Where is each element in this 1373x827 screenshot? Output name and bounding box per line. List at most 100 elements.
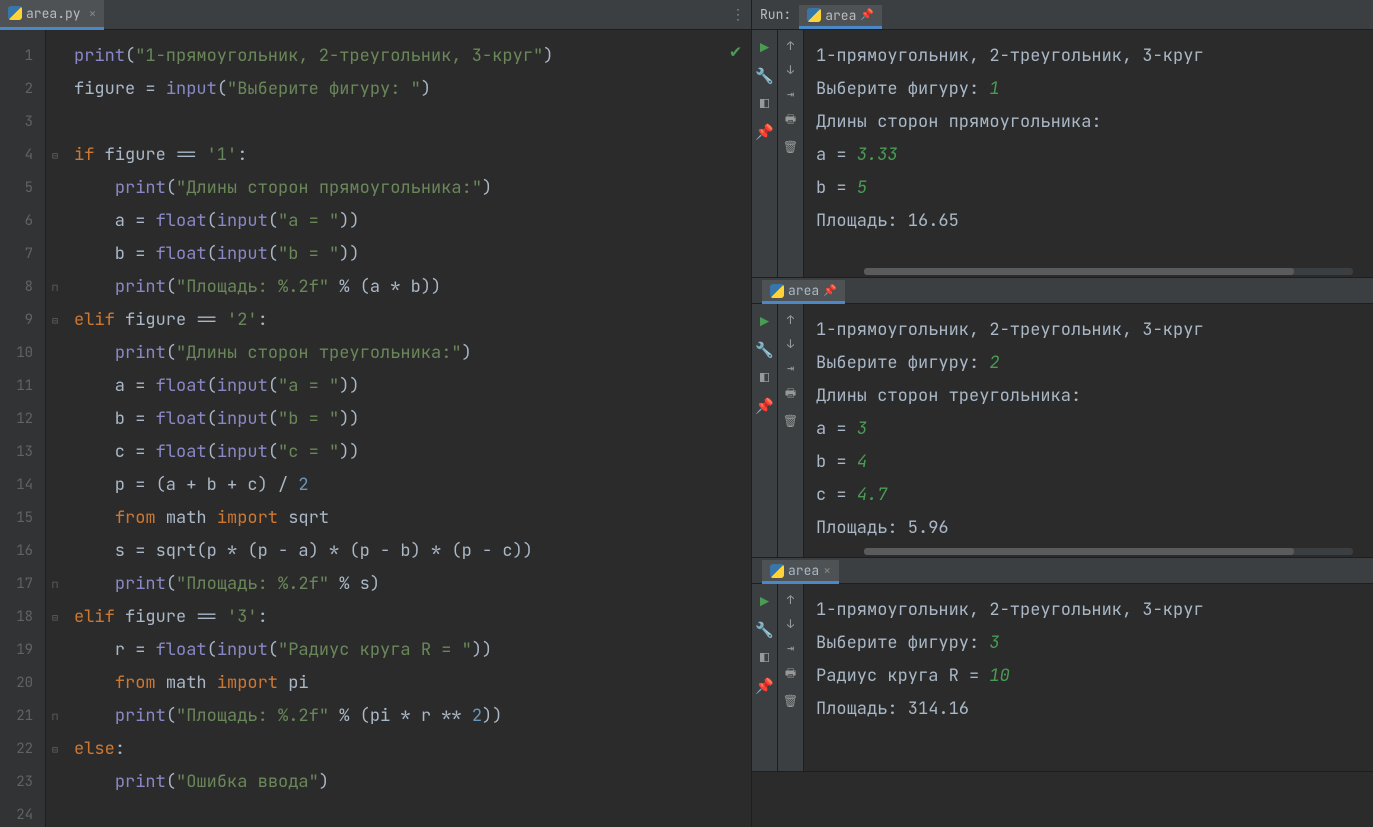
scroll-up-button[interactable]: ↑ [787, 592, 794, 608]
code-line[interactable] [74, 799, 741, 827]
close-icon[interactable]: × [85, 5, 97, 22]
code-line[interactable]: a = float(input("a = ")) [74, 370, 741, 403]
run-tab-label: area [825, 7, 856, 24]
tool-settings-button[interactable]: 🔧 [755, 620, 774, 640]
code-line[interactable]: print("Площадь: %.2f" % (a * b)) [74, 271, 741, 304]
code-line[interactable]: from math import sqrt [74, 502, 741, 535]
layout-button[interactable]: ◧ [760, 368, 769, 388]
run-pane: area× ▶ 🔧 ◧ 📌 ↑ ↓ ⇥ 🖶 🗑 1-прямоугольник, 2-треугол… [752, 558, 1373, 772]
pin-icon[interactable]: 📌 [860, 8, 874, 22]
console-output[interactable]: 1-прямоугольник, 2-треугольник, 3-кругВы… [804, 584, 1373, 771]
pin-button[interactable]: 📌 [755, 676, 774, 696]
editor-tabs: area.py × ⋮ [0, 0, 751, 30]
code-line[interactable]: elif figure == '3': [74, 601, 741, 634]
code-line[interactable]: print("Площадь: %.2f" % (pi * r ** 2)) [74, 700, 741, 733]
console-output[interactable]: 1-прямоугольник, 2-треугольник, 3-кругВы… [804, 30, 1373, 277]
code-line[interactable]: else: [74, 733, 741, 766]
pin-button[interactable]: 📌 [755, 122, 774, 142]
console-line: Площадь: 16.65 [816, 205, 1361, 238]
console-line: b = 5 [816, 172, 1361, 205]
print-button[interactable]: 🖶 [785, 664, 796, 685]
python-file-icon [770, 564, 784, 578]
code-line[interactable]: print("Длины сторон прямоугольника:") [74, 172, 741, 205]
code-line[interactable]: print("Площадь: %.2f" % s) [74, 568, 741, 601]
console-line: Выберите фигуру: 3 [816, 627, 1361, 660]
rerun-button[interactable]: ▶ [760, 592, 769, 612]
python-file-icon [770, 284, 784, 298]
fold-column[interactable]: ⊟⊓⊟⊓⊟⊓⊟ [46, 30, 64, 827]
code-line[interactable]: r = float(input("Радиус круга R = ")) [74, 634, 741, 667]
code-line[interactable]: c = float(input("c = ")) [74, 436, 741, 469]
run-pane: ▶ 🔧 ◧ 📌 ↑ ↓ ⇥ 🖶 🗑 1-прямоугольник, 2-треугольник,… [752, 30, 1373, 278]
soft-wrap-button[interactable]: ⇥ [787, 640, 794, 656]
python-file-icon [8, 6, 22, 20]
scroll-down-button[interactable]: ↓ [787, 616, 794, 632]
run-pane: area📌 ▶ 🔧 ◧ 📌 ↑ ↓ ⇥ 🖶 🗑 1-прямоугольник, 2-треугол… [752, 278, 1373, 558]
code-area[interactable]: print("1-прямоугольник, 2-треугольник, 3… [64, 30, 751, 827]
kebab-icon[interactable]: ⋮ [731, 6, 745, 24]
run-pane-tab[interactable]: area📌 [752, 278, 1373, 304]
scroll-down-button[interactable]: ↓ [787, 336, 794, 352]
console-line: Выберите фигуру: 1 [816, 73, 1361, 106]
code-line[interactable]: print("1-прямоугольник, 2-треугольник, 3… [74, 40, 741, 73]
layout-button[interactable]: ◧ [760, 648, 769, 668]
soft-wrap-button[interactable]: ⇥ [787, 360, 794, 376]
clear-button[interactable]: 🗑 [783, 413, 798, 429]
console-output[interactable]: 1-прямоугольник, 2-треугольник, 3-кругВы… [804, 304, 1373, 557]
console-line: a = 3.33 [816, 139, 1361, 172]
print-button[interactable]: 🖶 [785, 384, 796, 405]
print-button[interactable]: 🖶 [785, 110, 796, 131]
console-line: 1-прямоугольник, 2-треугольник, 3-круг [816, 314, 1361, 347]
run-toolbar: ▶ 🔧 ◧ 📌 [752, 584, 778, 771]
scroll-up-button[interactable]: ↑ [787, 38, 794, 54]
console-line: Выберите фигуру: 2 [816, 347, 1361, 380]
code-line[interactable]: print("Длины сторон треугольника:") [74, 337, 741, 370]
pin-icon[interactable]: 📌 [823, 284, 837, 298]
code-line[interactable]: print("Ошибка ввода") [74, 766, 741, 799]
close-icon[interactable]: × [823, 562, 831, 579]
code-line[interactable]: p = (a + b + c) / 2 [74, 469, 741, 502]
tabs-overflow[interactable]: ⋮ [731, 0, 745, 30]
code-line[interactable] [74, 106, 741, 139]
run-tab[interactable]: area 📌 [799, 5, 882, 29]
scrollbar[interactable] [864, 268, 1353, 275]
console-line: Длины сторон треугольника: [816, 380, 1361, 413]
code-line[interactable]: s = sqrt(p * (p - a) * (p - b) * (p - c)… [74, 535, 741, 568]
tool-settings-button[interactable]: 🔧 [755, 340, 774, 360]
rerun-button[interactable]: ▶ [760, 312, 769, 332]
run-label: Run: [760, 6, 791, 23]
run-toolbar: ▶ 🔧 ◧ 📌 [752, 30, 778, 277]
code-line[interactable]: if figure == '1': [74, 139, 741, 172]
soft-wrap-button[interactable]: ⇥ [787, 86, 794, 102]
editor-pane: area.py × ⋮ 1234567891011121314151617181… [0, 0, 752, 827]
run-pane-tab[interactable]: area× [752, 558, 1373, 584]
code-line[interactable]: from math import pi [74, 667, 741, 700]
rerun-button[interactable]: ▶ [760, 38, 769, 58]
run-toolbar-2: ↑ ↓ ⇥ 🖶 🗑 [778, 30, 804, 277]
clear-button[interactable]: 🗑 [783, 693, 798, 709]
code-line[interactable]: b = float(input("b = ")) [74, 238, 741, 271]
layout-button[interactable]: ◧ [760, 94, 769, 114]
code-line[interactable]: b = float(input("b = ")) [74, 403, 741, 436]
scroll-down-button[interactable]: ↓ [787, 62, 794, 78]
pin-button[interactable]: 📌 [755, 396, 774, 416]
scroll-up-button[interactable]: ↑ [787, 312, 794, 328]
console-line: a = 3 [816, 413, 1361, 446]
line-number-gutter: 123456789101112131415161718192021222324 [0, 30, 46, 827]
scrollbar[interactable] [864, 548, 1353, 555]
inspection-ok-icon: ✔ [730, 40, 741, 63]
console-line: Радиус круга R = 10 [816, 660, 1361, 693]
clear-button[interactable]: 🗑 [783, 139, 798, 155]
editor-body: 123456789101112131415161718192021222324 … [0, 30, 751, 827]
run-toolbar: ▶ 🔧 ◧ 📌 [752, 304, 778, 557]
run-pane-tab-label: area [788, 562, 819, 579]
code-line[interactable]: elif figure == '2': [74, 304, 741, 337]
code-line[interactable]: figure = input("Выберите фигуру: ") [74, 73, 741, 106]
run-toolbar-2: ↑ ↓ ⇥ 🖶 🗑 [778, 304, 804, 557]
tool-settings-button[interactable]: 🔧 [755, 66, 774, 86]
console-line: Площадь: 314.16 [816, 693, 1361, 726]
code-line[interactable]: a = float(input("a = ")) [74, 205, 741, 238]
python-file-icon [807, 8, 821, 22]
file-tab[interactable]: area.py × [0, 0, 104, 30]
console-line: 1-прямоугольник, 2-треугольник, 3-круг [816, 40, 1361, 73]
